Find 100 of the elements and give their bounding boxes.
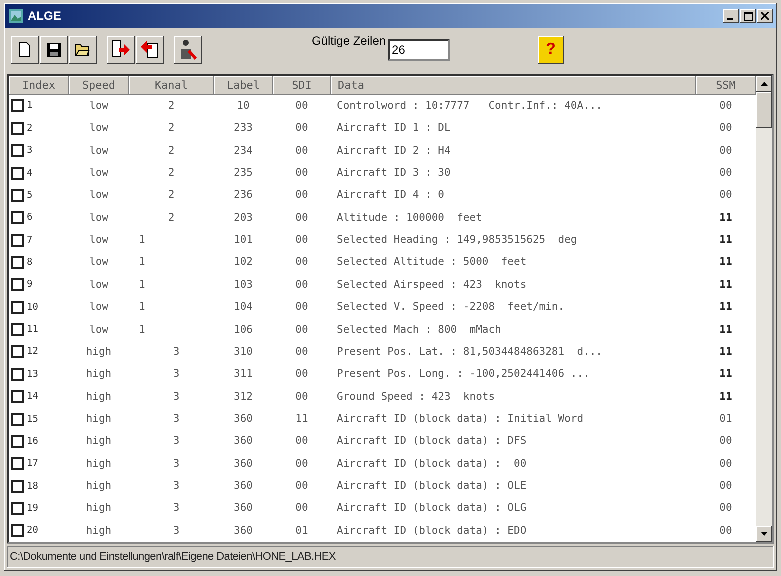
index-cell: 11 bbox=[27, 324, 38, 336]
table-cell: 102 bbox=[234, 256, 253, 268]
table-cell-text: 3 bbox=[172, 524, 180, 537]
table-cell: high bbox=[86, 390, 112, 403]
row-checkbox[interactable] bbox=[11, 345, 24, 358]
row-checkbox[interactable] bbox=[11, 457, 24, 470]
save-button[interactable] bbox=[40, 36, 68, 64]
table-cell: low bbox=[90, 167, 108, 180]
table-cell: 11 bbox=[720, 390, 732, 403]
table-cell-text: Present Pos. Long. : -100,2502441406 ... bbox=[336, 368, 590, 380]
table-cell: 360 bbox=[234, 435, 253, 448]
table-cell-text: Aircraft ID (block data) : OLG bbox=[336, 502, 527, 514]
row-checkbox[interactable] bbox=[11, 368, 24, 381]
table-cell: 11 bbox=[720, 212, 732, 224]
valid-rows-field[interactable]: 26 bbox=[388, 39, 450, 61]
row-checkbox[interactable] bbox=[11, 323, 24, 336]
status-bar: C:\Dokumente und Einstellungen\ralf\Eigene Dateien\HONE_LAB.HEX bbox=[7, 546, 774, 568]
table-cell: high bbox=[86, 368, 112, 380]
new-document-icon bbox=[19, 42, 31, 58]
row-checkbox[interactable] bbox=[11, 502, 24, 515]
table-cell: 103 bbox=[234, 278, 253, 291]
table-cell: high bbox=[86, 502, 112, 514]
row-checkbox[interactable] bbox=[11, 99, 24, 112]
table-cell: 11 bbox=[720, 256, 732, 268]
close-icon bbox=[761, 12, 769, 20]
row-checkbox[interactable] bbox=[11, 234, 24, 247]
index-cell: 7 bbox=[27, 234, 33, 246]
scroll-down-button[interactable] bbox=[756, 526, 772, 542]
row-checkbox[interactable] bbox=[11, 211, 24, 224]
table-cell-text: 1 bbox=[138, 234, 146, 246]
column-header[interactable]: Index bbox=[9, 76, 69, 95]
table-cell: 360 bbox=[234, 502, 253, 514]
table-cell-text: Selected Heading : 149,9853515625 deg bbox=[336, 234, 578, 246]
table-cell: low bbox=[90, 189, 108, 202]
table-cell: low bbox=[90, 100, 108, 112]
minimize-button[interactable] bbox=[723, 9, 739, 23]
column-header[interactable]: Data bbox=[331, 76, 696, 95]
row-checkbox[interactable] bbox=[11, 300, 24, 314]
table-cell-text: 1 bbox=[138, 256, 146, 268]
table-cell: low bbox=[90, 256, 108, 268]
table-cell-text: Selected Airspeed : 423 knots bbox=[336, 278, 527, 291]
row-checkbox[interactable] bbox=[11, 434, 24, 448]
table-cell: high bbox=[86, 524, 112, 537]
document-arrow-icon bbox=[111, 40, 131, 60]
export-button[interactable] bbox=[136, 36, 164, 64]
table-cell-text: Selected Altitude : 5000 feet bbox=[336, 256, 527, 268]
row-checkbox[interactable] bbox=[11, 122, 24, 135]
column-header[interactable]: SDI bbox=[273, 76, 331, 95]
index-cell: 12 bbox=[27, 346, 38, 358]
row-checkbox[interactable] bbox=[11, 256, 24, 269]
table-cell: 00 bbox=[720, 480, 732, 492]
table-cell: 01 bbox=[720, 413, 732, 425]
table-cell: 360 bbox=[234, 524, 253, 537]
table-cell-text: Altitude : 100000 feet bbox=[336, 212, 482, 224]
table-cell-text: 3 bbox=[172, 390, 180, 403]
table-cell: 00 bbox=[296, 324, 308, 336]
table-cell-text: Aircraft ID (block data) : 00 bbox=[336, 458, 527, 470]
table-cell: 00 bbox=[720, 100, 732, 112]
help-button[interactable]: ? bbox=[538, 36, 564, 64]
table-cell-text: Aircraft ID (block data) : OLE bbox=[336, 480, 527, 492]
table-cell: low bbox=[90, 324, 108, 336]
column-header[interactable]: Label bbox=[214, 76, 273, 95]
column-header[interactable]: SSM bbox=[696, 76, 756, 95]
table-cell: 00 bbox=[296, 167, 308, 180]
scroll-up-button[interactable] bbox=[756, 76, 772, 92]
table-cell: 00 bbox=[720, 435, 732, 448]
row-checkbox[interactable] bbox=[11, 480, 24, 493]
table-cell: 2 bbox=[168, 122, 175, 134]
row-checkbox[interactable] bbox=[11, 166, 24, 180]
table-cell: 00 bbox=[720, 167, 732, 180]
maximize-button[interactable] bbox=[740, 9, 756, 23]
table-cell-text: 3 bbox=[172, 458, 180, 470]
table-cell: 01 bbox=[296, 524, 308, 537]
table-cell-text: 1 bbox=[138, 301, 146, 314]
new-button[interactable] bbox=[11, 36, 39, 64]
row-checkbox[interactable] bbox=[11, 390, 24, 404]
index-cell: 3 bbox=[27, 145, 33, 156]
table-cell: 234 bbox=[234, 144, 253, 157]
table-cell-text: 3 bbox=[172, 413, 180, 425]
row-checkbox[interactable] bbox=[11, 144, 24, 158]
table-cell: 00 bbox=[296, 301, 308, 314]
table-cell: low bbox=[90, 122, 108, 134]
row-checkbox[interactable] bbox=[11, 412, 24, 426]
table-cell-text: 3 bbox=[172, 435, 180, 448]
column-header[interactable]: Speed bbox=[69, 76, 129, 95]
table-cell: high bbox=[86, 480, 112, 492]
table-cell-text: Controlword : 10:7777 Contr.Inf.: 40A... bbox=[336, 100, 603, 112]
scroll-thumb[interactable] bbox=[756, 92, 772, 128]
tool-button[interactable] bbox=[174, 36, 202, 64]
import-button[interactable] bbox=[107, 36, 135, 64]
table-cell: 00 bbox=[296, 368, 308, 380]
table-cell-text: 3 bbox=[172, 480, 180, 492]
row-checkbox[interactable] bbox=[11, 524, 24, 538]
column-header[interactable]: Kanal bbox=[129, 76, 214, 95]
index-cell: 10 bbox=[27, 302, 38, 313]
row-checkbox[interactable] bbox=[11, 278, 24, 292]
table-cell: 00 bbox=[296, 256, 308, 268]
close-button[interactable] bbox=[757, 9, 773, 23]
row-checkbox[interactable] bbox=[11, 188, 24, 202]
open-button[interactable] bbox=[69, 36, 97, 64]
